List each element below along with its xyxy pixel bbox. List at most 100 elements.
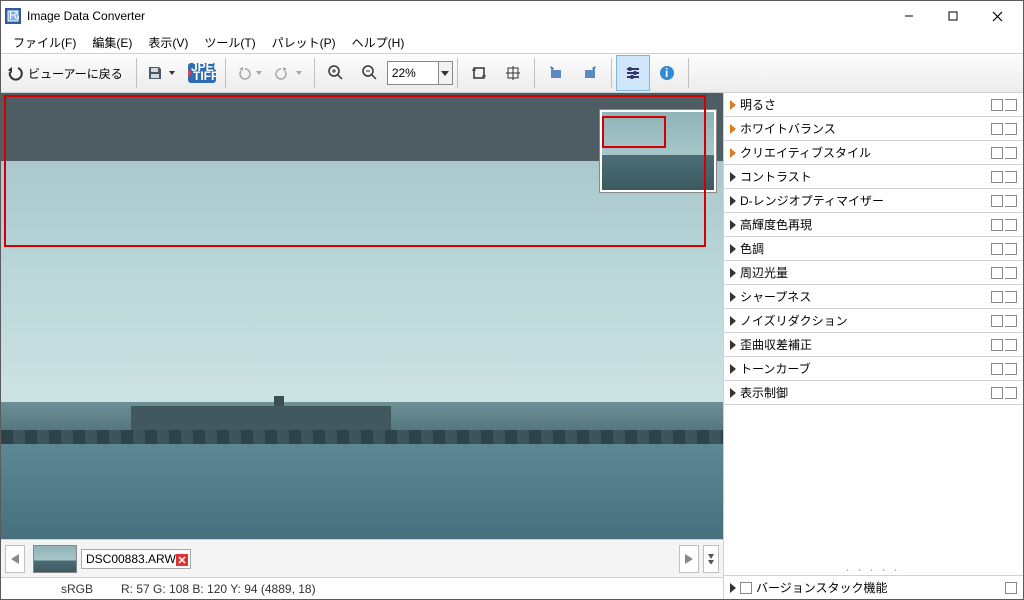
- panel-row[interactable]: コントラスト: [724, 165, 1023, 189]
- close-button[interactable]: [975, 2, 1019, 30]
- expand-icon: [730, 388, 736, 398]
- dropdown-icon[interactable]: [293, 71, 305, 75]
- panel-reset-icon[interactable]: [991, 339, 1003, 351]
- panel-reset-icon[interactable]: [991, 267, 1003, 279]
- zoom-in-button[interactable]: [319, 55, 353, 91]
- checkbox-icon[interactable]: [740, 582, 752, 594]
- panel-row[interactable]: ホワイトバランス: [724, 117, 1023, 141]
- menu-tool[interactable]: ツール(T): [198, 32, 261, 53]
- panel-menu-icon[interactable]: [1005, 147, 1017, 159]
- panel-label: 色調: [740, 240, 764, 257]
- panel-menu-icon[interactable]: [1005, 387, 1017, 399]
- minimize-button[interactable]: [887, 2, 931, 30]
- panel-reset-icon[interactable]: [991, 291, 1003, 303]
- undo-button[interactable]: [230, 55, 270, 91]
- panel-row[interactable]: 表示制御: [724, 381, 1023, 405]
- straighten-button[interactable]: [496, 55, 530, 91]
- menu-help[interactable]: ヘルプ(H): [346, 32, 411, 53]
- crop-button[interactable]: [462, 55, 496, 91]
- filmstrip-thumbnail[interactable]: [33, 545, 77, 573]
- panel-resize-grip[interactable]: ・・・・・: [724, 565, 1023, 575]
- panel-reset-icon[interactable]: [991, 243, 1003, 255]
- app-title: Image Data Converter: [27, 9, 145, 23]
- dropdown-icon[interactable]: [253, 71, 265, 75]
- menu-edit[interactable]: 編集(E): [86, 32, 138, 53]
- straighten-icon: [504, 64, 522, 82]
- separator: [611, 58, 612, 88]
- filmstrip-close-icon[interactable]: [176, 554, 188, 566]
- panel-actions: [991, 171, 1017, 183]
- expand-icon: [730, 268, 736, 278]
- panel-menu-icon[interactable]: [1005, 363, 1017, 375]
- panel-row[interactable]: 色調: [724, 237, 1023, 261]
- navigator-viewport[interactable]: [602, 116, 666, 148]
- panel-reset-icon[interactable]: [991, 99, 1003, 111]
- panel-row[interactable]: ノイズリダクション: [724, 309, 1023, 333]
- panel-label: 周辺光量: [740, 264, 788, 281]
- toolbar: ビューアーに戻る JPEGTIFF 22%: [1, 53, 1023, 93]
- svg-text:TIFF: TIFF: [193, 69, 216, 83]
- panel-reset-icon[interactable]: [991, 123, 1003, 135]
- expand-icon: [730, 196, 736, 206]
- info-button[interactable]: i: [650, 55, 684, 91]
- panel-menu-icon[interactable]: [1005, 339, 1017, 351]
- panel-row[interactable]: トーンカーブ: [724, 357, 1023, 381]
- rotate-left-button[interactable]: [539, 55, 573, 91]
- menu-palette[interactable]: パレット(P): [266, 32, 342, 53]
- save-button[interactable]: [141, 55, 183, 91]
- panel-row[interactable]: 周辺光量: [724, 261, 1023, 285]
- panel-reset-icon[interactable]: [991, 171, 1003, 183]
- zoom-out-button[interactable]: [353, 55, 387, 91]
- sliders-panel-button[interactable]: [616, 55, 650, 91]
- rotate-right-icon: [581, 64, 599, 82]
- panel-menu-icon[interactable]: [1005, 195, 1017, 207]
- filmstrip-prev-button[interactable]: [5, 545, 25, 573]
- panel-menu-icon[interactable]: [1005, 315, 1017, 327]
- panel-menu-icon[interactable]: [1005, 291, 1017, 303]
- back-to-viewer-button[interactable]: ビューアーに戻る: [1, 55, 132, 91]
- separator: [457, 58, 458, 88]
- panel-reset-icon[interactable]: [991, 387, 1003, 399]
- panel-row[interactable]: シャープネス: [724, 285, 1023, 309]
- panel-actions: [991, 219, 1017, 231]
- filmstrip-options-button[interactable]: [703, 545, 719, 573]
- navigator-thumbnail[interactable]: [599, 109, 717, 193]
- panel-reset-icon[interactable]: [991, 363, 1003, 375]
- app-icon: RAW: [5, 8, 21, 24]
- version-stack-row[interactable]: バージョンスタック機能: [724, 575, 1023, 599]
- panel-row[interactable]: 高輝度色再現: [724, 213, 1023, 237]
- rotate-right-button[interactable]: [573, 55, 607, 91]
- export-jpeg-tiff-button[interactable]: JPEGTIFF: [183, 55, 221, 91]
- filmstrip-filename[interactable]: DSC00883.ARW: [81, 549, 191, 569]
- zoom-dropdown[interactable]: [439, 61, 453, 85]
- panel-reset-icon[interactable]: [991, 315, 1003, 327]
- zoom-out-icon: [361, 64, 379, 82]
- menu-file[interactable]: ファイル(F): [7, 32, 82, 53]
- save-dropdown-icon[interactable]: [166, 71, 178, 75]
- panel-actions: [991, 195, 1017, 207]
- panel-reset-icon[interactable]: [991, 147, 1003, 159]
- panel-menu-icon[interactable]: [1005, 219, 1017, 231]
- panel-menu-icon[interactable]: [1005, 99, 1017, 111]
- zoom-input[interactable]: 22%: [387, 61, 439, 85]
- panel-reset-icon[interactable]: [991, 219, 1003, 231]
- image-canvas[interactable]: [1, 93, 723, 539]
- panel-reset-icon[interactable]: [991, 195, 1003, 207]
- redo-button[interactable]: [270, 55, 310, 91]
- panel-row[interactable]: クリエイティブスタイル: [724, 141, 1023, 165]
- filmstrip-next-button[interactable]: [679, 545, 699, 573]
- panel-actions: [991, 147, 1017, 159]
- panel-label: 歪曲収差補正: [740, 336, 812, 353]
- panel-menu-icon[interactable]: [1005, 267, 1017, 279]
- titlebar: RAW Image Data Converter: [1, 1, 1023, 31]
- panel-menu-icon[interactable]: [1005, 171, 1017, 183]
- panel-row[interactable]: 歪曲収差補正: [724, 333, 1023, 357]
- panel-menu-icon[interactable]: [1005, 243, 1017, 255]
- panel-action-icon[interactable]: [1005, 582, 1017, 594]
- panel-row[interactable]: 明るさ: [724, 93, 1023, 117]
- panel-menu-icon[interactable]: [1005, 123, 1017, 135]
- panel-label: クリエイティブスタイル: [740, 144, 871, 161]
- maximize-button[interactable]: [931, 2, 975, 30]
- menu-view[interactable]: 表示(V): [142, 32, 194, 53]
- panel-row[interactable]: D-レンジオプティマイザー: [724, 189, 1023, 213]
